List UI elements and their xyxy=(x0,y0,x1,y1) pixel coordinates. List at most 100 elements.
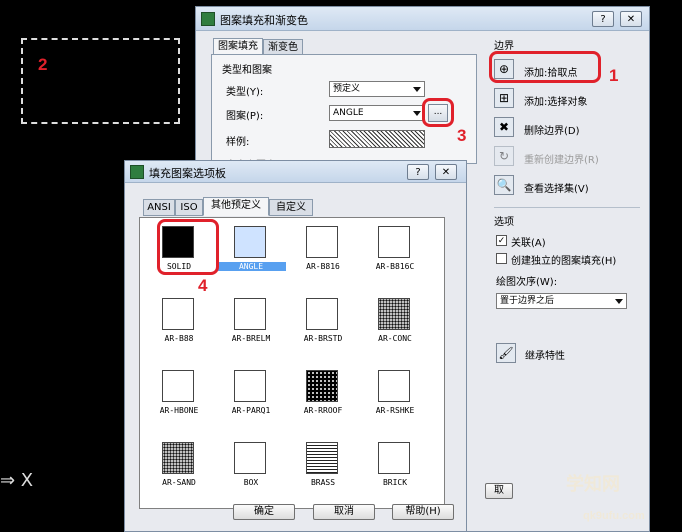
annotation-box-3 xyxy=(422,98,454,127)
options-group-label: 选项 xyxy=(494,217,514,228)
watermark-brand: 学知网 xyxy=(566,474,620,494)
pattern-name: AR-BRELM xyxy=(231,334,271,343)
boundary-action-label: 查看选择集(V) xyxy=(524,184,589,195)
pattern-name: BRICK xyxy=(382,478,408,487)
pattern-thumbnail[interactable] xyxy=(234,442,266,474)
tab-custom[interactable]: 自定义 xyxy=(269,199,313,216)
pattern-item[interactable]: AR-RROOF xyxy=(288,364,358,434)
boundary-action-1[interactable]: ⊞ 添加:选择对象 xyxy=(494,88,644,112)
pattern-name: AR-HBONE xyxy=(159,406,199,415)
pattern-name: AR-B88 xyxy=(164,334,194,343)
pattern-thumbnail[interactable] xyxy=(306,370,338,402)
pattern-select[interactable]: ANGLE xyxy=(329,105,425,121)
tab-hatch[interactable]: 图案填充 xyxy=(213,38,263,55)
type-value: 预定义 xyxy=(333,84,361,94)
pattern-thumbnail[interactable] xyxy=(306,226,338,258)
pattern-item[interactable]: AR-CONC xyxy=(360,292,430,362)
pattern-name: AR-PARQ1 xyxy=(231,406,271,415)
pattern-item[interactable]: AR-RSHKE xyxy=(360,364,430,434)
pattern-name: AR-SAND xyxy=(162,478,196,487)
chevron-down-icon xyxy=(413,87,421,92)
pattern-swatch[interactable] xyxy=(329,130,425,148)
associative-checkbox[interactable]: ✓ xyxy=(496,235,507,246)
pattern-thumbnail[interactable] xyxy=(162,370,194,402)
recreate-boundary-icon: ↻ xyxy=(494,146,514,166)
help-button[interactable]: ? xyxy=(592,11,614,27)
boundary-action-3: ↻ 重新创建边界(R) xyxy=(494,146,644,170)
pattern-item[interactable]: ANGLE xyxy=(216,220,286,290)
type-pattern-group-label: 类型和图案 xyxy=(222,65,272,76)
dialog-title: 图案填充和渐变色 xyxy=(220,14,308,27)
pattern-name: AR-B816 xyxy=(306,262,340,271)
separate-hatch-label: 创建独立的图案填充(H) xyxy=(511,256,617,267)
tab-other-predefined[interactable]: 其他预定义 xyxy=(203,197,269,216)
boundary-action-label: 添加:选择对象 xyxy=(524,97,588,108)
chevron-down-icon xyxy=(615,299,623,304)
app-icon xyxy=(201,12,215,26)
boundary-action-4[interactable]: 🔍 查看选择集(V) xyxy=(494,175,644,199)
divider xyxy=(494,207,640,208)
pattern-thumbnail[interactable] xyxy=(234,226,266,258)
ok-button[interactable]: 确定 xyxy=(233,504,295,520)
pattern-name: ANGLE xyxy=(216,262,286,271)
palette-close-button[interactable]: ✕ xyxy=(435,164,457,180)
boundary-action-label: 删除边界(D) xyxy=(524,126,580,137)
pattern-thumbnail[interactable] xyxy=(234,298,266,330)
draw-order-value: 置于边界之后 xyxy=(500,296,555,306)
tab-iso[interactable]: ISO xyxy=(175,199,203,216)
boundary-group-label: 边界 xyxy=(494,41,514,52)
annotation-box-4 xyxy=(157,219,219,275)
pattern-item[interactable]: AR-B88 xyxy=(144,292,214,362)
pattern-thumbnail[interactable] xyxy=(378,370,410,402)
pattern-item[interactable]: AR-SAND xyxy=(144,436,214,506)
pattern-item[interactable]: AR-BRELM xyxy=(216,292,286,362)
pattern-name: AR-RSHKE xyxy=(375,406,415,415)
close-button[interactable]: ✕ xyxy=(620,11,642,27)
view-selections-icon[interactable]: 🔍 xyxy=(494,175,514,195)
pattern-name: AR-B816C xyxy=(375,262,415,271)
pattern-thumbnail[interactable] xyxy=(162,442,194,474)
pattern-thumbnail[interactable] xyxy=(234,370,266,402)
pattern-thumbnail[interactable] xyxy=(306,442,338,474)
pattern-item[interactable]: AR-BRSTD xyxy=(288,292,358,362)
pattern-name: AR-CONC xyxy=(378,334,412,343)
pattern-thumbnail[interactable] xyxy=(378,226,410,258)
pattern-thumbnail[interactable] xyxy=(378,298,410,330)
palette-help-button[interactable]: ? xyxy=(407,164,429,180)
type-label: 类型(Y): xyxy=(226,87,264,98)
main-cancel-button[interactable]: 取 xyxy=(485,483,513,499)
pattern-name: BRASS xyxy=(310,478,336,487)
pattern-item[interactable]: BRICK xyxy=(360,436,430,506)
draw-order-label: 绘图次序(W): xyxy=(496,277,558,288)
pattern-item[interactable]: BRASS xyxy=(288,436,358,506)
help-text-button[interactable]: 帮助(H) xyxy=(392,504,454,520)
swatch-label: 样例: xyxy=(226,137,250,148)
inherit-properties-label[interactable]: 继承特性 xyxy=(525,347,565,362)
annotation-1: 1 xyxy=(609,66,619,85)
pattern-name: BOX xyxy=(243,478,259,487)
pattern-item[interactable]: AR-HBONE xyxy=(144,364,214,434)
annotation-3: 3 xyxy=(457,126,467,145)
associative-label: 关联(A) xyxy=(511,238,546,249)
ucs-axis-icon: ⇒ X xyxy=(0,470,34,491)
pattern-item[interactable]: AR-B816 xyxy=(288,220,358,290)
inherit-properties-icon[interactable]: 🖌 xyxy=(496,343,516,363)
pattern-thumbnail[interactable] xyxy=(162,298,194,330)
palette-titlebar: 填充图案选项板 ? ✕ xyxy=(125,161,466,183)
cancel-button[interactable]: 取消 xyxy=(313,504,375,520)
pattern-item[interactable]: AR-B816C xyxy=(360,220,430,290)
pattern-value: ANGLE xyxy=(333,108,364,118)
select-objects-icon[interactable]: ⊞ xyxy=(494,88,514,108)
type-select[interactable]: 预定义 xyxy=(329,81,425,97)
pattern-thumbnail[interactable] xyxy=(378,442,410,474)
boundary-action-2[interactable]: ✖ 删除边界(D) xyxy=(494,117,644,141)
separate-hatch-checkbox[interactable] xyxy=(496,253,507,264)
annotation-box-1 xyxy=(489,51,601,83)
tab-ansi[interactable]: ANSI xyxy=(143,199,175,216)
hatch-pattern-palette: 填充图案选项板 ? ✕ ANSI ISO 其他预定义 自定义 SOLID ANGL… xyxy=(124,160,467,532)
draw-order-select[interactable]: 置于边界之后 xyxy=(496,293,627,309)
pattern-thumbnail[interactable] xyxy=(306,298,338,330)
pattern-item[interactable]: AR-PARQ1 xyxy=(216,364,286,434)
remove-boundary-icon[interactable]: ✖ xyxy=(494,117,514,137)
pattern-item[interactable]: BOX xyxy=(216,436,286,506)
